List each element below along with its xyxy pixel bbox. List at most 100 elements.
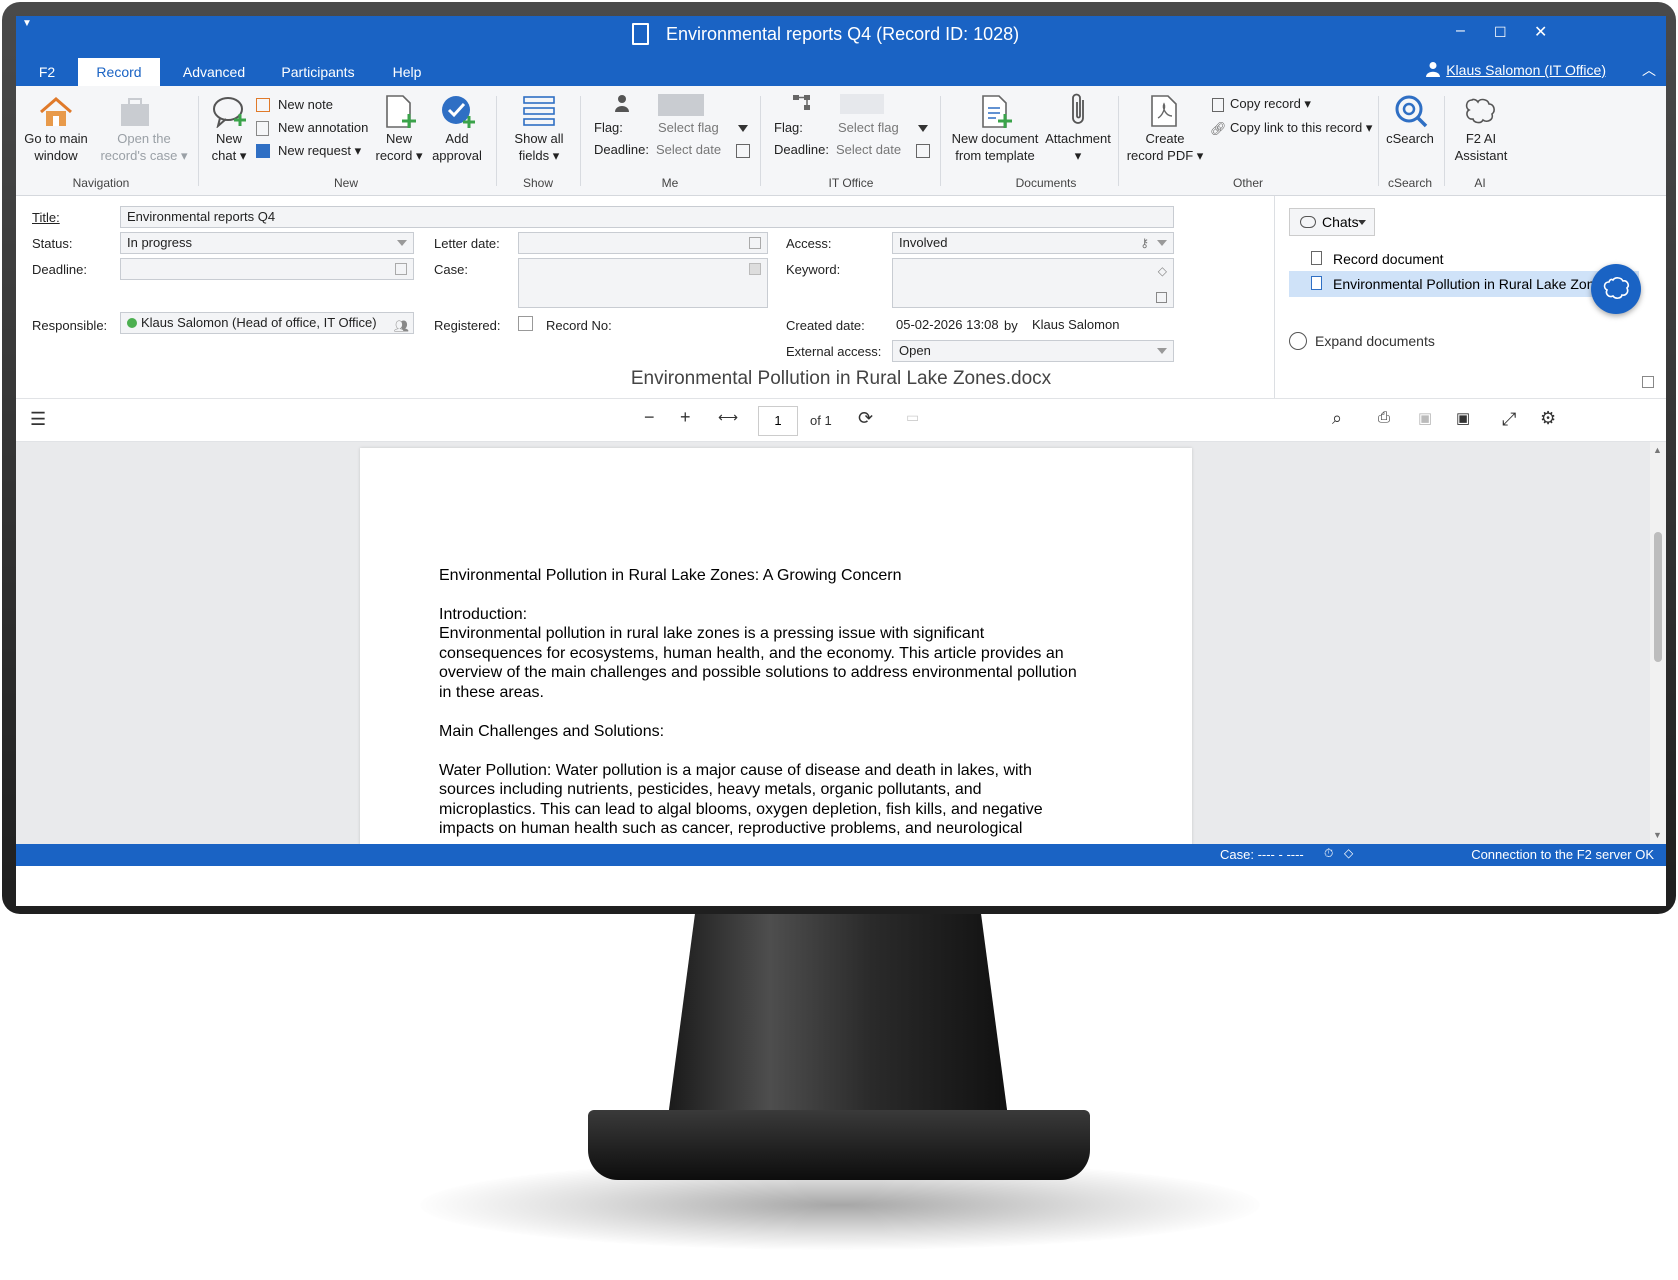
attachment-line1: Attachment <box>1045 131 1111 146</box>
save-as-icon[interactable]: ▣ <box>1456 409 1470 427</box>
quick-access-icon[interactable]: ▼ <box>22 18 32 29</box>
me-select-date[interactable]: Select date <box>656 142 721 157</box>
new-note-icon <box>256 98 270 112</box>
me-deadline-label: Deadline: <box>594 142 649 157</box>
csearch-icon <box>1395 95 1428 128</box>
scroll-down-icon[interactable]: ▼ <box>1653 830 1662 840</box>
copy-link-button[interactable]: Copy link to this record ▾ <box>1230 120 1372 136</box>
close-button[interactable]: ✕ <box>1534 22 1547 42</box>
it-select-date[interactable]: Select date <box>836 142 901 157</box>
copy-record-button[interactable]: Copy record ▾ <box>1230 96 1311 112</box>
zoom-in-icon[interactable]: + <box>680 407 691 428</box>
f2-ai-assistant-button[interactable]: F2 AI Assistant <box>1448 130 1514 164</box>
title-field[interactable]: Environmental reports Q4 <box>120 206 1174 228</box>
access-dropdown[interactable]: Involved ⚷ <box>892 232 1174 254</box>
me-flag-dropdown-icon[interactable] <box>738 125 748 132</box>
key-icon: ⚷ <box>1140 236 1149 250</box>
new-annotation-button[interactable]: New annotation <box>278 120 368 135</box>
rotate-icon[interactable]: ⟳ <box>858 408 873 429</box>
expand-documents-button[interactable]: Expand documents <box>1289 332 1435 350</box>
new-note-button[interactable]: New note <box>278 97 333 112</box>
me-select-flag[interactable]: Select flag <box>658 120 719 135</box>
chats-label: Chats <box>1322 214 1359 230</box>
case-picker-icon[interactable] <box>749 263 761 275</box>
page-mode-icon[interactable]: ▭ <box>906 409 919 426</box>
current-user-link[interactable]: Klaus Salomon (IT Office) <box>1446 62 1606 78</box>
new-record-icon <box>386 95 416 128</box>
tag-icon[interactable]: ◇ <box>1158 261 1167 281</box>
print-icon[interactable]: ⎙ <box>1378 409 1390 426</box>
csearch-button[interactable]: cSearch <box>1380 130 1440 147</box>
open-keywords-icon[interactable] <box>1156 292 1167 303</box>
document-list-item[interactable]: Record document <box>1289 246 1639 272</box>
calendar-icon[interactable] <box>749 237 761 249</box>
collapse-ribbon-icon[interactable]: ︿ <box>1642 60 1656 80</box>
external-access-value: Open <box>899 343 931 358</box>
case-field[interactable] <box>518 258 768 308</box>
status-dropdown[interactable]: In progress <box>120 232 414 254</box>
fit-width-icon[interactable]: ⟷ <box>718 409 738 426</box>
outline-list-icon[interactable]: ☰ <box>30 409 46 430</box>
popout-icon[interactable] <box>1642 376 1654 388</box>
window-title: Environmental reports Q4 (Record ID: 102… <box>666 24 1020 44</box>
case-label: Case: <box>434 262 468 277</box>
tab-advanced[interactable]: Advanced <box>174 58 254 86</box>
gear-icon[interactable]: ⚙ <box>1540 408 1556 429</box>
expand-documents-label: Expand documents <box>1315 333 1435 349</box>
tab-help[interactable]: Help <box>384 58 430 86</box>
new-chat-button[interactable]: New chat ▾ <box>206 130 252 164</box>
tab-participants[interactable]: Participants <box>272 58 364 86</box>
responsible-value: Klaus Salomon (Head of office, IT Office… <box>141 315 377 330</box>
save-icon[interactable]: ▣ <box>1418 409 1432 427</box>
chevron-down-icon <box>397 240 407 246</box>
new-record-button[interactable]: New record ▾ <box>374 130 424 164</box>
deadline-field[interactable] <box>120 258 414 280</box>
me-calendar-icon[interactable] <box>736 144 750 158</box>
add-approval-button[interactable]: Add approval <box>430 130 484 164</box>
document-viewport[interactable]: Environmental Pollution in Rural Lake Zo… <box>16 442 1666 844</box>
monitor-stand-neck <box>668 912 1008 1117</box>
tab-record[interactable]: Record <box>78 58 160 86</box>
group-other-label: Other <box>1232 176 1263 190</box>
fullscreen-icon[interactable]: ⤢ <box>1502 409 1516 430</box>
ai-chat-fab-button[interactable] <box>1591 264 1641 314</box>
ribbon-separator <box>496 96 497 186</box>
external-access-dropdown[interactable]: Open <box>892 340 1174 362</box>
external-access-label: External access: <box>786 344 882 359</box>
it-flag-dropdown-icon[interactable] <box>918 125 928 132</box>
create-record-pdf-button[interactable]: Create record PDF ▾ <box>1122 130 1208 164</box>
record-no-label: Record No: <box>546 318 612 333</box>
it-calendar-icon[interactable] <box>916 144 930 158</box>
it-select-flag[interactable]: Select flag <box>838 120 899 135</box>
minimize-button[interactable]: – <box>1456 22 1465 40</box>
registered-label: Registered: <box>434 318 501 333</box>
scrollbar-thumb[interactable] <box>1654 532 1662 662</box>
chats-button[interactable]: Chats <box>1289 208 1375 236</box>
created-by-value: Klaus Salomon <box>1032 317 1120 332</box>
scroll-up-icon[interactable]: ▲ <box>1653 445 1662 455</box>
vertical-scrollbar[interactable]: ▲ ▼ <box>1650 442 1666 844</box>
tab-f2[interactable]: F2 <box>26 58 68 86</box>
keyword-field[interactable]: ◇ <box>892 258 1174 308</box>
search-icon[interactable]: ⌕ <box>1332 408 1342 429</box>
attachment-button[interactable]: Attachment ▾ <box>1044 130 1112 164</box>
ai-brain-icon <box>1603 277 1630 299</box>
letter-date-field[interactable] <box>518 232 768 254</box>
attachment-line2: ▾ <box>1074 148 1082 163</box>
ribbon-separator <box>1378 96 1379 186</box>
maximize-button[interactable]: ☐ <box>1494 24 1507 41</box>
go-main-window-button[interactable]: Go to main window <box>20 130 92 164</box>
new-request-button[interactable]: New request ▾ <box>278 143 361 159</box>
show-all-fields-button[interactable]: Show all fields ▾ <box>506 130 572 164</box>
calendar-icon[interactable] <box>395 263 407 275</box>
new-document-from-template-button[interactable]: New document from template <box>950 130 1040 164</box>
connection-status: Connection to the F2 server OK <box>1471 847 1654 862</box>
document-list-item-selected[interactable]: Environmental Pollution in Rural Lake Zo… <box>1289 271 1639 297</box>
registered-checkbox[interactable] <box>518 316 533 331</box>
document-page: Environmental Pollution in Rural Lake Zo… <box>360 448 1192 844</box>
people-icon[interactable]: 👥︎ <box>394 316 409 333</box>
open-records-case-button[interactable]: Open the record's case ▾ <box>96 130 192 164</box>
responsible-dropdown[interactable]: Klaus Salomon (Head of office, IT Office… <box>120 312 414 334</box>
page-number-input[interactable]: 1 <box>758 406 798 436</box>
zoom-out-icon[interactable]: − <box>644 407 655 428</box>
